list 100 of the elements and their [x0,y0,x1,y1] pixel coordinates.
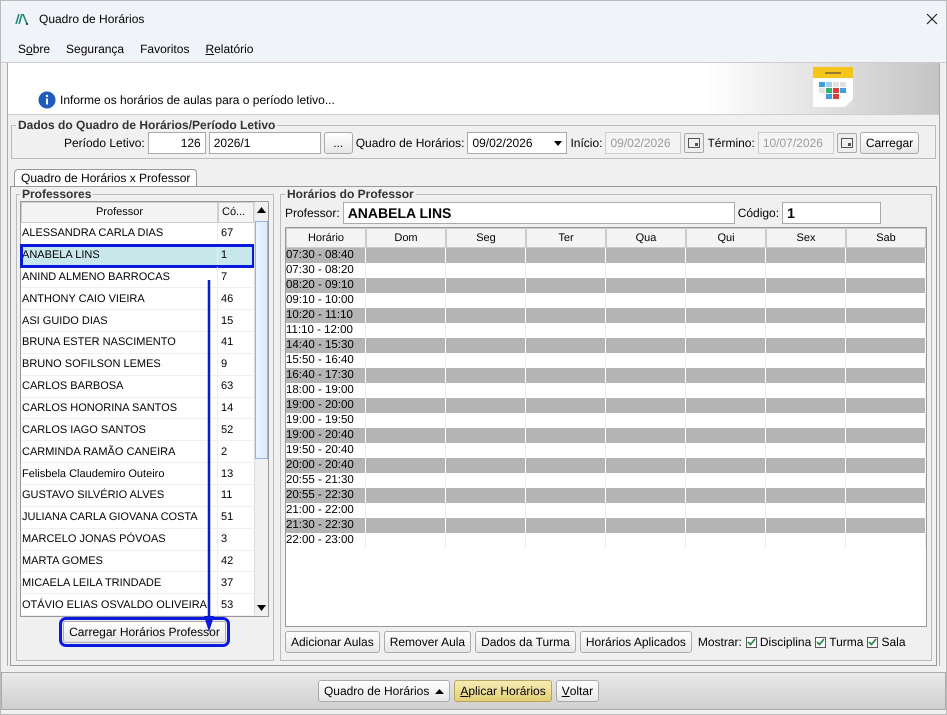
professor-name[interactable]: OTÁVIO ELIAS OSVALDO OLIVEIRA [21,594,218,616]
scroll-down-icon[interactable] [257,605,266,611]
professor-code[interactable]: 63 [218,376,254,397]
caret-icon[interactable] [554,140,562,146]
professor-name[interactable]: JULIANA CARLA GIOVANA COSTA [21,506,218,528]
column-header[interactable]: Dom [366,228,446,248]
code-field[interactable]: 1 [782,202,882,224]
time-cell: 10:20 - 11:10 [286,308,366,323]
column-header[interactable]: Horário [286,228,366,248]
action-button[interactable]: Horários Aplicados [580,631,692,653]
time-cell: 19:00 - 20:40 [286,428,366,443]
professor-name[interactable]: MARTA GOMES [21,550,218,572]
column-header[interactable]: Qui [686,228,766,248]
time-cell: 19:00 - 20:00 [286,398,366,413]
professor-name[interactable]: ANTHONY CAIO VIEIRA [21,288,218,310]
professor-name[interactable]: ANIND ALMENO BARROCAS [21,266,218,288]
professor-code[interactable]: 52 [218,419,254,440]
professor-code[interactable]: 7 [218,266,254,288]
time-cell: 20:00 - 20:40 [286,458,366,473]
browse-button[interactable]: ... [324,132,353,154]
column-header[interactable]: Seg [446,228,526,248]
checkbox[interactable]: Turma [815,635,864,649]
time-cell: 14:40 - 15:30 [286,338,366,353]
time-cell: 08:20 - 09:10 [286,278,366,293]
field-label: Professor: [285,206,340,220]
time-cell: 16:40 - 17:30 [286,368,366,383]
professor-name[interactable]: MICAELA LEILA TRINDADE [21,572,218,594]
professor-code[interactable]: 37 [218,572,254,594]
professor-code[interactable]: 2 [218,441,254,462]
show-label: Mostrar: [698,635,742,649]
checkbox[interactable]: Disciplina [746,635,812,649]
professor-code[interactable]: 15 [218,310,254,332]
professor-name[interactable]: BRUNA ESTER NASCIMENTO [21,332,218,353]
professor-name[interactable]: MARCELO JONAS PÓVOAS [21,528,218,550]
time-cell: 07:30 - 08:40 [286,248,366,263]
column-header[interactable]: Sex [766,228,846,248]
calendar-button[interactable] [836,133,857,153]
check-icon [816,638,826,646]
calendar-button[interactable] [684,133,704,153]
column-header[interactable]: Ter [526,228,606,248]
professor-code[interactable]: 14 [218,398,254,418]
menu-item[interactable]: Relatório [197,42,262,56]
column-header[interactable]: Professor [21,202,218,223]
menu-item[interactable]: Favoritos [132,42,198,56]
scroll-up-icon[interactable] [257,207,266,213]
action-button[interactable]: Dados da Turma [475,631,576,653]
professor-code[interactable]: 42 [218,550,254,572]
calendar-icon[interactable] [840,138,853,148]
footer-button[interactable]: Voltar [556,680,600,702]
period-field[interactable]: 2026/1 [208,132,321,154]
close-icon[interactable] [926,12,938,24]
professor-field[interactable]: ANABELA LINS [342,202,735,224]
column-header[interactable]: Có... [218,202,254,223]
column-header[interactable]: Sab [846,228,926,248]
checkbox[interactable]: Sala [867,635,906,649]
professor-name[interactable]: CARLOS HONORINA SANTOS [21,398,218,418]
caret-icon[interactable] [435,688,444,694]
field-label: Código: [738,206,780,220]
time-cell: 22:00 - 23:00 [286,533,366,548]
app-logo-icon [15,12,29,24]
professor-code[interactable]: 41 [218,332,254,353]
professor-code[interactable]: 11 [218,484,254,506]
time-cell: 20:55 - 22:30 [286,488,366,503]
field-label: Início: [570,136,602,150]
professor-name[interactable]: GUSTAVO SILVÉRIO ALVES [21,484,218,506]
window-title: Quadro de Horários [39,12,146,26]
professor-code[interactable]: 13 [218,463,254,484]
professor-code[interactable]: 3 [218,528,254,550]
professor-code[interactable]: 51 [218,506,254,528]
professor-name[interactable]: CARLOS IAGO SANTOS [21,419,218,440]
footer-button[interactable]: Quadro de Horários [318,680,450,702]
professor-name[interactable]: BRUNO SOFILSON LEMES [21,354,218,375]
professor-name[interactable]: CARMINDA RAMÃO CANEIRA [21,441,218,462]
selected-row[interactable]: ANABELA LINS 1 [21,244,254,267]
menu-item[interactable]: Sobre [10,42,58,56]
check-icon [746,638,756,646]
field-label: Término: [707,136,755,150]
professor-code[interactable]: 53 [218,594,254,616]
professor-name[interactable]: Felisbela Claudemiro Outeiro [21,463,218,484]
group-title: Horários do Professor [286,187,415,201]
professor-name[interactable]: ASI GUIDO DIAS [21,310,218,332]
footer-button[interactable]: Aplicar Horários [454,680,552,702]
professor-code[interactable]: 9 [218,354,254,375]
info-message: Informe os horários de aulas para o período letivo... [60,93,335,109]
action-button[interactable]: Adicionar Aulas [285,631,380,653]
code-field[interactable]: 126 [148,132,206,154]
professor-code[interactable]: 67 [218,222,254,244]
field-label: Período Letivo: [64,136,145,150]
professor-name[interactable]: CARLOS BARBOSA [21,376,218,397]
column-header[interactable]: Qua [606,228,686,248]
professor-code: 1 [220,248,228,264]
calendar-icon [813,67,853,107]
action-button[interactable]: Remover Aula [384,631,472,653]
time-cell: 21:30 - 22:30 [286,518,366,533]
professor-code[interactable]: 46 [218,288,254,310]
calendar-icon[interactable] [688,138,700,148]
load-button[interactable]: Carregar [860,132,920,154]
scrollbar[interactable] [254,202,268,616]
schedule-dropdown[interactable]: 09/02/2026 [467,132,568,154]
menu-item[interactable]: Segurança [58,42,132,56]
